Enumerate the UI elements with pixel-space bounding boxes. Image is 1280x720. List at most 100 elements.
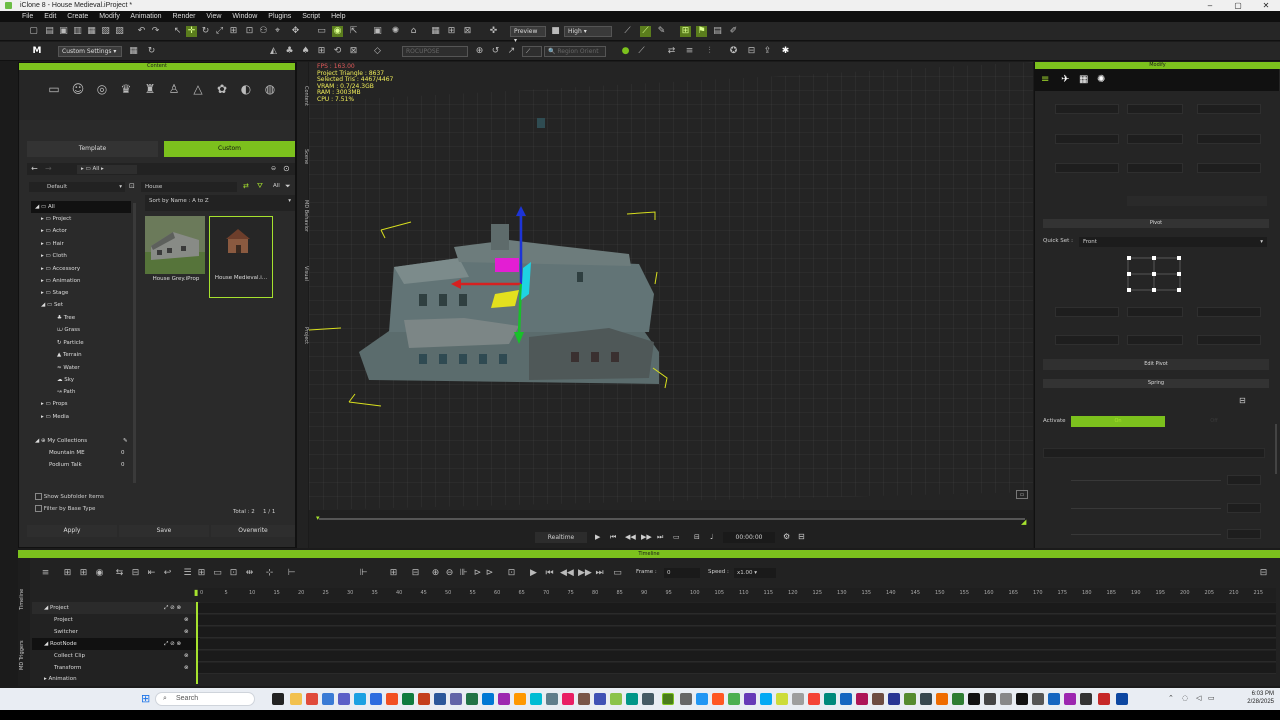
spring-value-field[interactable] (1227, 529, 1261, 539)
mixer-icon[interactable]: ⫶ (704, 46, 715, 57)
rocupose-button[interactable]: ROCUPOSE (402, 46, 468, 57)
tab-template[interactable]: Template (27, 141, 158, 157)
side-tab-md-behavior[interactable]: MD Behavior (297, 192, 309, 240)
redo-icon[interactable]: ↷ (150, 26, 161, 37)
app-icon[interactable] (1098, 693, 1110, 705)
filter-icon[interactable]: ⛛ (257, 182, 263, 191)
export-clip-icon[interactable]: ⊡ (506, 568, 517, 579)
overwrite-button[interactable]: Overwrite (211, 525, 295, 537)
frame-input[interactable]: 0 (664, 568, 700, 578)
checkbox-icon[interactable] (35, 493, 42, 500)
snap-icon[interactable]: ⊡ (244, 26, 255, 37)
select-icon[interactable]: ↖ (172, 26, 183, 37)
side-tab-project[interactable]: Project (297, 318, 309, 354)
app-icon[interactable] (760, 693, 772, 705)
list-icon[interactable]: ☰ (182, 568, 193, 579)
menu-view[interactable]: View (206, 13, 221, 20)
transform-field[interactable] (1055, 134, 1119, 144)
link-clip-icon[interactable]: ⊡ (228, 568, 239, 579)
show-subfolder-checkbox[interactable]: Show Subfolder Items (35, 493, 104, 500)
my-collections[interactable]: ◢ ⊕ My Collections ✎ (35, 435, 135, 447)
app-icon[interactable] (696, 693, 708, 705)
timeline-settings-icon[interactable]: ⊟ (1258, 568, 1269, 579)
screen-capture-icon[interactable]: ▭ (1016, 490, 1028, 499)
measure-icon[interactable]: ⟋ (622, 26, 633, 37)
eye-icon[interactable]: ◉ (332, 26, 343, 37)
filter-all-label[interactable]: All (273, 183, 280, 189)
transform-field[interactable] (1197, 163, 1261, 173)
track-remove-icon[interactable]: ⊗ (184, 614, 189, 626)
tree-item-water[interactable]: ≈ Water (57, 362, 80, 374)
transform-field[interactable] (1055, 104, 1119, 114)
track-project[interactable]: Project ⊗ (32, 614, 200, 626)
app-icon[interactable] (808, 693, 820, 705)
media-category-icon[interactable]: ◍ (263, 83, 277, 95)
app-icon[interactable] (370, 693, 382, 705)
paint-icon[interactable]: ⟋ (640, 26, 651, 37)
sequence-icon[interactable]: ▤ (712, 26, 723, 37)
edit-pivot-button[interactable]: Edit Pivot (1043, 359, 1269, 370)
excel-app-icon[interactable] (466, 693, 478, 705)
app-icon[interactable] (728, 693, 740, 705)
app-icon[interactable] (498, 693, 510, 705)
menu-modify[interactable]: Modify (99, 13, 120, 20)
edit-collection-icon[interactable]: ✎ (123, 435, 128, 447)
track-list-icon[interactable]: ≡ (40, 568, 51, 579)
loop-icon[interactable]: ▭ (673, 533, 680, 541)
speed-dropdown[interactable]: x1.00 ▾ (734, 568, 776, 578)
track-lane[interactable] (198, 651, 1276, 662)
pen-icon[interactable]: ✐ (728, 26, 739, 37)
transform-field[interactable] (1197, 134, 1261, 144)
tree-item-hair[interactable]: ▸ ▭ Hair (41, 238, 64, 250)
upload-icon[interactable]: ⇪ (762, 46, 773, 57)
sound-icon[interactable]: ⊩ (358, 568, 369, 579)
frame-ruler[interactable]: 0 5 10 15 20 25 30 35 40 45 50 55 60 65 70 75 80 85 90 95 10… (198, 588, 1276, 602)
vtab-timeline[interactable]: Timeline (19, 574, 25, 610)
key-add-icon[interactable]: ⊞ (62, 568, 73, 579)
app-icon[interactable] (904, 693, 916, 705)
collection-podium[interactable]: Podium Talk 0 (49, 459, 131, 471)
motion-tab-icon[interactable]: ✈ (1061, 74, 1069, 85)
app-icon[interactable] (744, 693, 756, 705)
taskbar-clock[interactable]: 6:03 PM 2/28/2025 (1247, 690, 1274, 706)
transform-field[interactable] (1127, 163, 1183, 173)
transform-field[interactable] (1197, 104, 1261, 114)
fit-range-icon[interactable]: ⊟ (410, 568, 421, 579)
home-icon[interactable]: ⌂ (408, 26, 419, 37)
tree-item-all[interactable]: ◢ ▭ All (31, 201, 131, 213)
go-icon[interactable]: ⊳ (484, 568, 495, 579)
app-icon[interactable] (776, 693, 788, 705)
gizmo-icon[interactable]: ✜ (488, 26, 499, 37)
app-icon[interactable] (562, 693, 574, 705)
track-remove-icon[interactable]: ⊗ (184, 650, 189, 662)
split-icon[interactable]: ⊞ (196, 568, 207, 579)
track-rootnode-group[interactable]: ◢ RootNode ⤢ ⊘ ⊗ (32, 638, 200, 650)
slider-end-handle[interactable]: ◢ (1021, 518, 1026, 526)
windows-start-icon[interactable]: ⊞ (141, 693, 150, 704)
menu-render[interactable]: Render (173, 13, 196, 20)
close-button[interactable]: ✕ (1252, 0, 1280, 11)
anim-layer-icon[interactable]: ⊞ (680, 26, 691, 37)
app-icon[interactable] (642, 693, 654, 705)
search-icon[interactable]: ⊙ (283, 164, 290, 173)
pivot-grid[interactable] (1127, 256, 1181, 292)
time-slider[interactable] (319, 518, 1025, 520)
thumbnail-house-medieval[interactable]: House Medieval.i... (209, 216, 273, 298)
save-button[interactable]: Save (119, 525, 209, 537)
settings-icon[interactable]: ⚙ (783, 532, 790, 541)
tree-icon[interactable]: ♠ (300, 46, 311, 57)
quick-set-dropdown[interactable]: Front ▾ (1079, 237, 1267, 247)
collection-mountain[interactable]: Mountain ME 0 (49, 447, 131, 459)
app-icon[interactable] (984, 693, 996, 705)
minimize-button[interactable]: – (1196, 0, 1224, 11)
eye-track-icon[interactable]: ◉ (94, 568, 105, 579)
export-icon[interactable]: ▧ (100, 26, 111, 37)
track-remove-icon[interactable]: ⊗ (184, 626, 189, 638)
menu-file[interactable]: File (22, 13, 33, 20)
camera-view-icon[interactable]: ■ (550, 26, 561, 37)
menu-plugins[interactable]: Plugins (268, 13, 291, 20)
return-icon[interactable]: ↩ (162, 568, 173, 579)
gear-icon[interactable]: ✱ (780, 46, 791, 57)
lock-icon[interactable]: ⊟ (746, 46, 757, 57)
region-orient-field[interactable]: 🔍 Region Orient (544, 46, 606, 57)
